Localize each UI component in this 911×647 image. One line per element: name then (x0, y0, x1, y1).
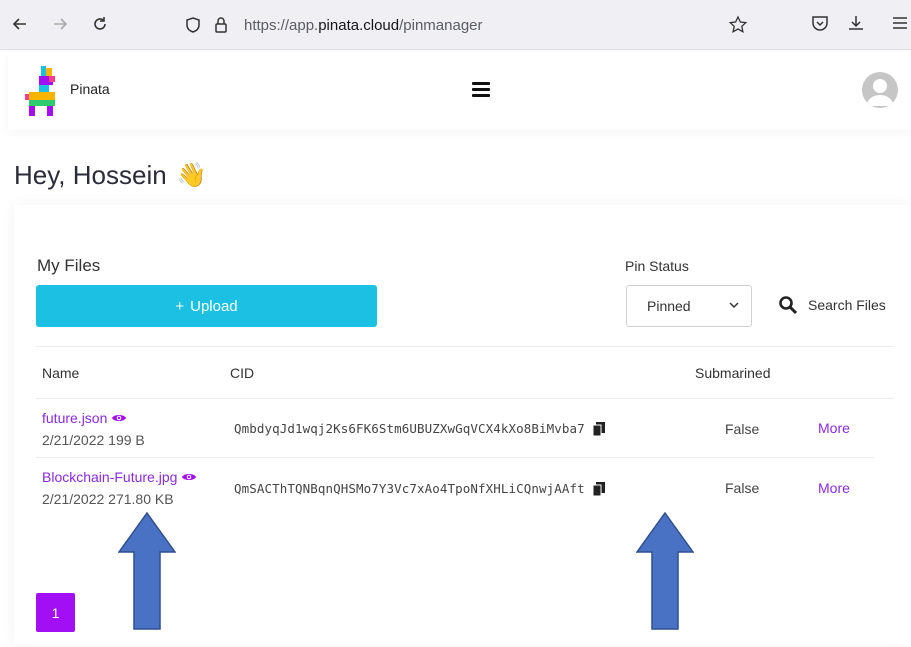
column-header-cid: CID (230, 365, 255, 381)
pin-status-label: Pin Status (625, 258, 689, 274)
url-text: https://app.pinata.cloud/pinmanager (244, 17, 483, 34)
annotation-arrow-up (636, 512, 694, 630)
search-files-button[interactable]: Search Files (778, 295, 886, 315)
reload-icon[interactable] (88, 12, 112, 36)
file-name-text[interactable]: Blockchain-Future.jpg (42, 469, 177, 485)
back-icon[interactable] (8, 12, 32, 36)
pinata-logo-icon[interactable] (25, 64, 61, 118)
file-meta: 2/21/2022 271.80 KB (42, 491, 174, 507)
cid-cell: QmbdyqJd1wqj2Ks6FK6Stm6UBUZXwGqVCX4kXo8B… (234, 421, 605, 436)
file-name-link[interactable]: future.json (42, 410, 127, 426)
search-label: Search Files (808, 297, 886, 313)
greeting-text: Hey, Hossein (14, 160, 167, 190)
browser-toolbar: https://app.pinata.cloud/pinmanager (0, 0, 911, 50)
page-button-current[interactable]: 1 (36, 593, 75, 632)
menu-icon[interactable] (890, 13, 910, 33)
shield-icon[interactable] (184, 16, 202, 39)
upload-button[interactable]: + Upload (36, 285, 377, 327)
pin-status-value: Pinned (647, 298, 691, 314)
file-meta: 2/21/2022 199 B (42, 432, 145, 448)
cid-cell: QmSACThTQNBqnQHSMo7Y3Vc7xAo4TpoNfXHLiCQn… (234, 481, 605, 496)
search-icon (779, 296, 798, 315)
section-title: My Files (37, 256, 101, 275)
more-link[interactable]: More (818, 420, 850, 436)
lock-icon[interactable] (212, 16, 230, 39)
divider (36, 457, 874, 458)
cid-value: QmbdyqJd1wqj2Ks6FK6Stm6UBUZXwGqVCX4kXo8B… (234, 421, 585, 436)
annotation-arrow-up (118, 512, 176, 630)
app-header: Pinata (8, 52, 911, 130)
waving-hand-icon: 👋 (176, 162, 207, 189)
submarined-value: False (725, 421, 760, 437)
chevron-down-icon (729, 302, 739, 309)
cid-value: QmSACThTQNBqnQHSMo7Y3Vc7xAo4TpoNfXHLiCQn… (234, 481, 585, 496)
brand-name[interactable]: Pinata (70, 81, 110, 97)
greeting: Hey, Hossein 👋 (14, 160, 207, 191)
copy-icon[interactable] (592, 421, 605, 436)
pocket-icon[interactable] (810, 13, 830, 33)
bookmark-star-icon[interactable] (728, 15, 748, 40)
more-link[interactable]: More (818, 480, 850, 496)
divider (36, 346, 893, 347)
download-icon[interactable] (846, 13, 866, 33)
pin-status-select[interactable]: Pinned (626, 285, 752, 327)
column-header-submarined: Submarined (695, 365, 771, 381)
file-name-link[interactable]: Blockchain-Future.jpg (42, 469, 197, 485)
eye-icon[interactable] (111, 412, 127, 424)
user-avatar[interactable] (862, 72, 898, 108)
copy-icon[interactable] (592, 481, 605, 496)
plus-icon: + (175, 297, 185, 315)
hamburger-menu-icon[interactable] (472, 82, 490, 97)
upload-label: Upload (190, 297, 238, 315)
eye-icon[interactable] (181, 471, 197, 483)
column-header-name: Name (42, 365, 80, 381)
url-bar[interactable]: https://app.pinata.cloud/pinmanager (172, 5, 762, 45)
submarined-value: False (725, 480, 760, 496)
divider (36, 398, 893, 399)
file-name-text[interactable]: future.json (42, 410, 107, 426)
forward-icon[interactable] (48, 12, 72, 36)
